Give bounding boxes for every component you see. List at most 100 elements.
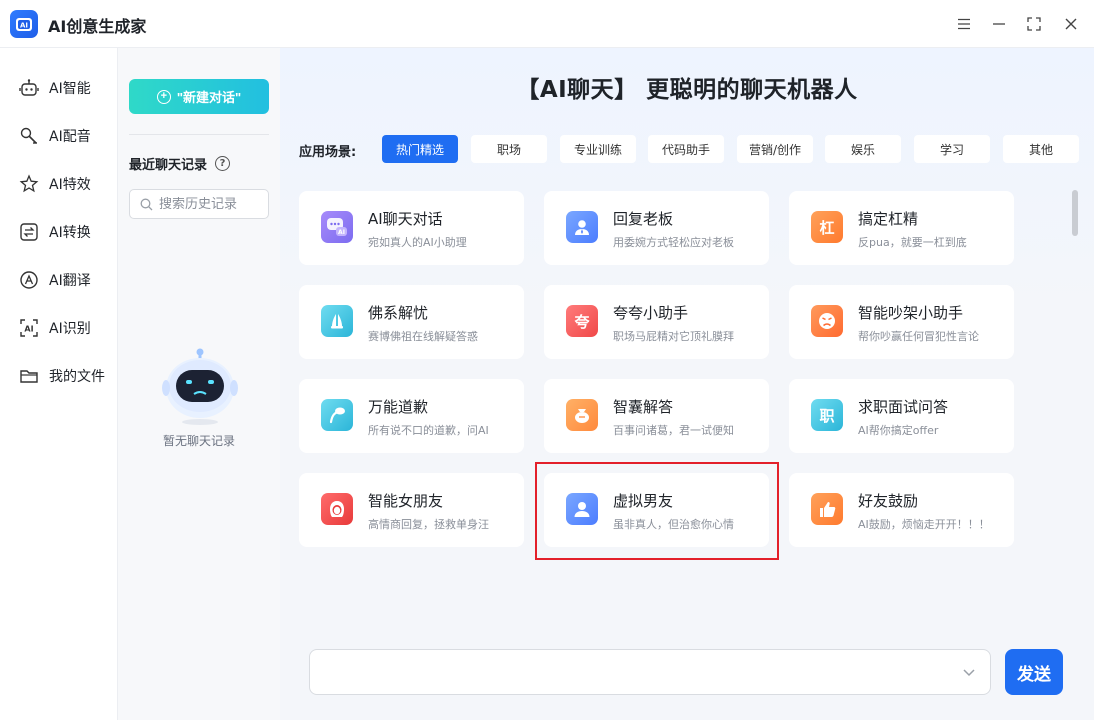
nav-label: AI翻译 [49,273,91,289]
thumbs-up-icon [811,493,843,525]
nav-label: AI智能 [49,81,91,97]
nav-item-ai-translate[interactable]: AI翻译 [18,266,113,294]
nav-label: AI转换 [49,225,91,241]
app-logo: AI [10,10,38,38]
card-desc: 用委婉方式轻松应对老板 [613,236,734,249]
history-search-input[interactable] [159,196,259,212]
nav-label: AI识别 [49,321,91,337]
card-desc: 百事问诸葛，君一试便知 [613,424,734,437]
card-title: 万能道歉 [368,398,429,416]
card-title: 佛系解忧 [368,304,429,322]
microphone-icon [18,125,40,147]
card-wisdom-answer[interactable]: 智囊解答 百事问诸葛，君一试便知 [544,379,769,453]
card-reply-boss[interactable]: 回复老板 用委婉方式轻松应对老板 [544,191,769,265]
card-title: 夸夸小助手 [613,304,689,322]
robot-icon [18,77,40,99]
nav-item-ai-effects[interactable]: AI特效 [18,170,113,198]
card-desc: 反pua，就要一杠到底 [858,236,967,249]
scene-label: 应用场景: [299,145,357,160]
card-argue-assistant[interactable]: 智能吵架小助手 帮你吵赢任何冒犯性言论 [789,285,1014,359]
scan-icon: AI [18,317,40,339]
card-title: 求职面试问答 [858,398,949,416]
close-icon [1065,18,1077,30]
chat-bubble-icon: AI [321,211,353,243]
card-praise-assistant[interactable]: 夸 夸夸小助手 职场马屁精对它顶礼膜拜 [544,285,769,359]
send-button[interactable]: 发送 [1005,649,1063,695]
person-icon [566,211,598,243]
card-friend-encourage[interactable]: 好友鼓励 AI鼓励，烦恼走开开！！！ [789,473,1014,547]
convert-icon [18,221,40,243]
search-icon [140,198,153,210]
card-buddhist-relief[interactable]: 佛系解忧 赛博佛祖在线解疑答惑 [299,285,524,359]
plus-circle-icon: + [156,89,171,104]
main-panel: 【AI聊天】 更聪明的聊天机器人 应用场景: 热门精选 职场 专业训练 代码助手… [280,48,1094,720]
help-icon[interactable]: ? [215,156,231,171]
bar-icon: 杠 [811,211,843,243]
tab-professional-training[interactable]: 专业训练 [560,135,636,163]
left-nav: AI智能 AI配音 AI特效 AI转换 AI翻译 AI AI识别 我的文件 [0,48,118,720]
message-input[interactable] [322,662,942,684]
svg-text:AI: AI [24,325,33,334]
card-title: AI聊天对话 [368,210,443,228]
card-universal-apology[interactable]: 万能道歉 所有说不口的道歉，问AI [299,379,524,453]
card-title: 智囊解答 [613,398,674,416]
sparkle-star-icon [18,173,40,195]
angry-face-icon [811,305,843,337]
wisdom-bag-icon [566,399,598,431]
history-panel: + "新建对话" 最近聊天记录 ? 暂无聊天记录 [118,48,280,720]
history-title-text: 最近聊天记录 [129,158,208,173]
praying-hands-icon [321,305,353,337]
tab-hot[interactable]: 热门精选 [382,135,458,163]
card-title: 搞定杠精 [858,210,919,228]
card-job-interview[interactable]: 职 求职面试问答 AI帮你搞定offer [789,379,1014,453]
chevron-down-icon[interactable] [962,665,976,679]
tab-workplace[interactable]: 职场 [471,135,547,163]
robot-mascot-icon [162,348,238,425]
new-chat-button[interactable]: + "新建对话" [129,79,269,114]
card-desc: 所有说不口的道歉，问AI [368,424,489,437]
card-desc: 高情商回复，拯救单身汪 [368,518,489,531]
maximize-button[interactable] [1022,12,1046,36]
nav-item-ai-recognize[interactable]: AI AI识别 [18,314,113,342]
card-ai-girlfriend[interactable]: 智能女朋友 高情商回复，拯救单身汪 [299,473,524,547]
scrollbar-thumb[interactable] [1072,190,1078,236]
tab-code-assistant[interactable]: 代码助手 [648,135,724,163]
nav-label: 我的文件 [49,369,105,385]
hamburger-icon [958,18,970,30]
girlfriend-icon [321,493,353,525]
nav-item-my-files[interactable]: 我的文件 [18,362,113,390]
message-input-box[interactable] [309,649,991,695]
folder-icon [18,365,40,387]
history-search[interactable] [129,189,269,219]
tab-study[interactable]: 学习 [914,135,990,163]
tab-entertainment[interactable]: 娱乐 [825,135,901,163]
nav-item-ai-smart[interactable]: AI智能 [18,74,113,102]
menu-button[interactable] [952,12,976,36]
close-button[interactable] [1059,12,1083,36]
history-title: 最近聊天记录 ? [129,154,231,173]
nav-item-ai-convert[interactable]: AI转换 [18,218,113,246]
page-title: 【AI聊天】 更聪明的聊天机器人 [516,77,858,103]
nav-item-ai-voice[interactable]: AI配音 [18,122,113,150]
apology-icon [321,399,353,431]
job-icon: 职 [811,399,843,431]
card-ai-chat[interactable]: AI AI聊天对话 宛如真人的AI小助理 [299,191,524,265]
card-desc: AI鼓励，烦恼走开开！！！ [858,518,990,531]
svg-text:AI: AI [338,229,345,236]
card-desc: 赛博佛祖在线解疑答惑 [368,330,478,343]
title-bar: AI AI创意生成家 [0,0,1094,48]
translate-icon [18,269,40,291]
nav-label: AI特效 [49,177,91,193]
card-handle-troll[interactable]: 杠 搞定杠精 反pua，就要一杠到底 [789,191,1014,265]
robot-logo-icon: AI [16,18,32,31]
selection-highlight [535,462,779,560]
empty-history-text: 暂无聊天记录 [162,434,235,448]
tab-other[interactable]: 其他 [1003,135,1079,163]
app-title: AI创意生成家 [48,17,147,36]
praise-icon: 夸 [566,305,598,337]
minimize-button[interactable] [987,12,1011,36]
card-title: 智能吵架小助手 [858,304,964,322]
tab-marketing[interactable]: 营销/创作 [737,135,813,163]
minimize-icon [993,23,1005,25]
maximize-icon [1027,17,1041,31]
